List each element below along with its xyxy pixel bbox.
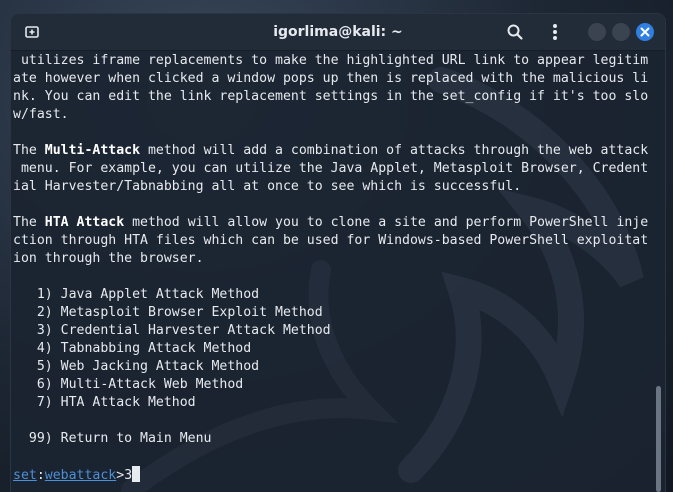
terminal-line: 2) Metasploit Browser Exploit Method bbox=[13, 304, 653, 322]
kebab-menu-icon bbox=[553, 24, 557, 40]
terminal-text: 3) Credential Harvester Attack Method bbox=[13, 323, 331, 338]
terminal-text: menu. For example, you can utilize the J… bbox=[13, 161, 649, 176]
terminal-window: igorlima@kali: ~ utilizes iframe replace… bbox=[11, 14, 665, 492]
terminal-line: 4) Tabnabbing Attack Method bbox=[13, 340, 653, 358]
terminal-text: 1) Java Applet Attack Method bbox=[13, 287, 260, 302]
scrollbar-thumb[interactable] bbox=[656, 386, 661, 492]
terminal-text: 4) Tabnabbing Attack Method bbox=[13, 341, 252, 356]
terminal-text: 99) Return to Main Menu bbox=[13, 431, 212, 446]
prompt-set: set bbox=[13, 468, 37, 483]
terminal-text: utilizes iframe replacements to make the… bbox=[13, 53, 649, 68]
terminal-line: utilizes iframe replacements to make the… bbox=[13, 52, 653, 70]
terminal-line: The Multi-Attack method will add a combi… bbox=[13, 142, 653, 160]
terminal-line: ction through HTA files which can be use… bbox=[13, 232, 653, 250]
text-cursor bbox=[132, 466, 141, 482]
terminal-line: ial Harvester/Tabnabbing all at once to … bbox=[13, 178, 653, 196]
prompt-colon: : bbox=[36, 468, 45, 483]
terminal-line: w/fast. bbox=[13, 106, 653, 124]
search-icon bbox=[507, 24, 523, 40]
terminal-line: 7) HTA Attack Method bbox=[13, 394, 653, 412]
terminal-text: 7) HTA Attack Method bbox=[13, 395, 196, 410]
terminal-line: 99) Return to Main Menu bbox=[13, 430, 653, 448]
terminal-line: menu. For example, you can utilize the J… bbox=[13, 160, 653, 178]
terminal-text: method will allow you to clone a site an… bbox=[124, 215, 649, 230]
terminal-text: ate however when clicked a window pops u… bbox=[13, 71, 649, 86]
terminal-text: 5) Web Jacking Attack Method bbox=[13, 359, 260, 374]
terminal-line: 1) Java Applet Attack Method bbox=[13, 286, 653, 304]
prompt-input[interactable]: 3 bbox=[124, 468, 132, 483]
terminal-output[interactable]: utilizes iframe replacements to make the… bbox=[13, 52, 653, 492]
close-icon bbox=[640, 27, 650, 37]
terminal-text: nk. You can edit the link replacement se… bbox=[13, 89, 649, 104]
terminal-text: 2) Metasploit Browser Exploit Method bbox=[13, 305, 323, 320]
shell-prompt-line[interactable]: set:webattack>3 bbox=[13, 466, 653, 484]
terminal-text: The bbox=[13, 143, 45, 158]
terminal-line: ion through the browser. bbox=[13, 250, 653, 268]
terminal-line: 6) Multi-Attack Web Method bbox=[13, 376, 653, 394]
terminal-text: ction through HTA files which can be use… bbox=[13, 233, 649, 248]
maximize-button[interactable] bbox=[612, 23, 630, 41]
prompt-symbol: > bbox=[116, 468, 125, 483]
title-bar: igorlima@kali: ~ bbox=[11, 14, 665, 51]
terminal-text: method will add a combination of attacks… bbox=[140, 143, 649, 158]
terminal-line: 5) Web Jacking Attack Method bbox=[13, 358, 653, 376]
close-button[interactable] bbox=[636, 23, 654, 41]
window-title: igorlima@kali: ~ bbox=[273, 24, 403, 40]
terminal-bold-text: Multi-Attack bbox=[44, 143, 141, 158]
vertical-scrollbar[interactable] bbox=[655, 52, 663, 492]
terminal-text: The bbox=[13, 215, 45, 230]
menu-button[interactable] bbox=[546, 22, 564, 42]
terminal-text: ion through the browser. bbox=[13, 251, 204, 266]
terminal-line: 3) Credential Harvester Attack Method bbox=[13, 322, 653, 340]
terminal-line: ate however when clicked a window pops u… bbox=[13, 70, 653, 88]
search-button[interactable] bbox=[506, 23, 524, 41]
terminal-line: nk. You can edit the link replacement se… bbox=[13, 88, 653, 106]
terminal-text: w/fast. bbox=[13, 107, 69, 122]
terminal-bold-text: HTA Attack bbox=[44, 215, 125, 230]
minimize-button[interactable] bbox=[588, 23, 606, 41]
prompt-module: webattack bbox=[44, 468, 117, 483]
terminal-line: The HTA Attack method will allow you to … bbox=[13, 214, 653, 232]
terminal-text: 6) Multi-Attack Web Method bbox=[13, 377, 244, 392]
terminal-text: ial Harvester/Tabnabbing all at once to … bbox=[13, 179, 522, 194]
